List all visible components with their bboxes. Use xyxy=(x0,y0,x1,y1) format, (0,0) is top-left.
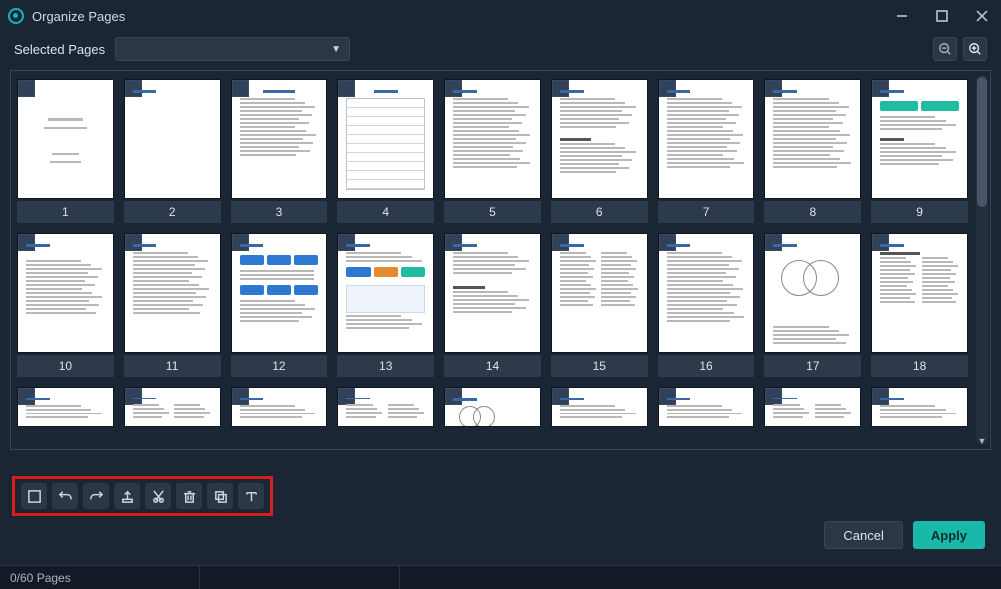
scroll-down-icon[interactable]: ▼ xyxy=(976,435,988,447)
page-thumbnail[interactable]: 11 xyxy=(124,233,221,377)
minimize-button[interactable] xyxy=(891,5,913,27)
cut-button[interactable] xyxy=(145,483,171,509)
page-number-label: 7 xyxy=(658,201,755,223)
page-thumbnail[interactable] xyxy=(337,387,434,427)
page-number-label: 17 xyxy=(764,355,861,377)
apply-button[interactable]: Apply xyxy=(913,521,985,549)
maximize-button[interactable] xyxy=(931,5,953,27)
page-number-label: 1 xyxy=(17,201,114,223)
undo-button[interactable] xyxy=(52,483,78,509)
page-thumbnail[interactable]: 16 xyxy=(658,233,755,377)
page-toolbar xyxy=(12,476,273,516)
page-number-label: 8 xyxy=(764,201,861,223)
cancel-button[interactable]: Cancel xyxy=(824,521,902,549)
page-number-label: 14 xyxy=(444,355,541,377)
selected-pages-label: Selected Pages xyxy=(14,42,105,57)
page-number-label: 6 xyxy=(551,201,648,223)
scrollbar-thumb[interactable] xyxy=(977,77,987,207)
window-title: Organize Pages xyxy=(32,9,125,24)
delete-button[interactable] xyxy=(176,483,202,509)
page-thumbnail[interactable] xyxy=(658,387,755,427)
page-thumbnail[interactable] xyxy=(444,387,541,427)
page-number-label: 15 xyxy=(551,355,648,377)
page-thumbnail[interactable]: 4 xyxy=(337,79,434,223)
page-thumbnail[interactable] xyxy=(551,387,648,427)
dialog-actions: Cancel Apply xyxy=(824,521,985,549)
page-thumbnail[interactable]: 3 xyxy=(231,79,328,223)
status-cell-2 xyxy=(200,566,400,589)
page-thumbnail[interactable]: 7 xyxy=(658,79,755,223)
page-number-label: 9 xyxy=(871,201,968,223)
redo-button[interactable] xyxy=(83,483,109,509)
page-thumbnail-area: 123456789101112131415161718 ▲ ▼ xyxy=(10,70,991,450)
page-thumbnail[interactable]: 10 xyxy=(17,233,114,377)
filter-row: Selected Pages ▼ xyxy=(0,32,1001,66)
chevron-down-icon: ▼ xyxy=(331,44,341,55)
page-thumbnail[interactable]: 1 xyxy=(17,79,114,223)
page-number-label: 10 xyxy=(17,355,114,377)
text-label-button[interactable] xyxy=(238,483,264,509)
page-thumbnail[interactable]: 15 xyxy=(551,233,648,377)
page-thumbnail[interactable]: 2 xyxy=(124,79,221,223)
page-thumbnail[interactable] xyxy=(764,387,861,427)
zoom-out-button[interactable] xyxy=(933,37,957,61)
export-button[interactable] xyxy=(114,483,140,509)
app-logo-icon xyxy=(8,8,24,24)
page-number-label: 12 xyxy=(231,355,328,377)
page-thumbnail[interactable]: 8 xyxy=(764,79,861,223)
vertical-scrollbar[interactable]: ▲ ▼ xyxy=(976,75,988,445)
zoom-in-button[interactable] xyxy=(963,37,987,61)
page-thumbnail[interactable]: 17 xyxy=(764,233,861,377)
page-thumbnail[interactable] xyxy=(17,387,114,427)
page-number-label: 18 xyxy=(871,355,968,377)
select-all-checkbox[interactable] xyxy=(21,483,47,509)
status-bar: 0/60 Pages xyxy=(0,565,1001,589)
window-buttons xyxy=(891,5,993,27)
close-button[interactable] xyxy=(971,5,993,27)
selected-pages-dropdown[interactable]: ▼ xyxy=(115,37,350,61)
page-number-label: 11 xyxy=(124,355,221,377)
page-thumbnail[interactable] xyxy=(231,387,328,427)
page-thumbnail[interactable] xyxy=(871,387,968,427)
page-thumbnail[interactable]: 18 xyxy=(871,233,968,377)
status-pages-count: 0/60 Pages xyxy=(0,566,200,589)
page-number-label: 5 xyxy=(444,201,541,223)
thumbnail-grid: 123456789101112131415161718 xyxy=(11,71,974,435)
page-thumbnail[interactable]: 9 xyxy=(871,79,968,223)
page-thumbnail[interactable] xyxy=(124,387,221,427)
page-thumbnail[interactable]: 13 xyxy=(337,233,434,377)
page-number-label: 2 xyxy=(124,201,221,223)
page-number-label: 16 xyxy=(658,355,755,377)
copy-button[interactable] xyxy=(207,483,233,509)
page-thumbnail[interactable]: 12 xyxy=(231,233,328,377)
page-thumbnail[interactable]: 6 xyxy=(551,79,648,223)
page-number-label: 13 xyxy=(337,355,434,377)
title-bar: Organize Pages xyxy=(0,0,1001,32)
page-thumbnail[interactable]: 14 xyxy=(444,233,541,377)
page-thumbnail[interactable]: 5 xyxy=(444,79,541,223)
page-number-label: 4 xyxy=(337,201,434,223)
page-number-label: 3 xyxy=(231,201,328,223)
